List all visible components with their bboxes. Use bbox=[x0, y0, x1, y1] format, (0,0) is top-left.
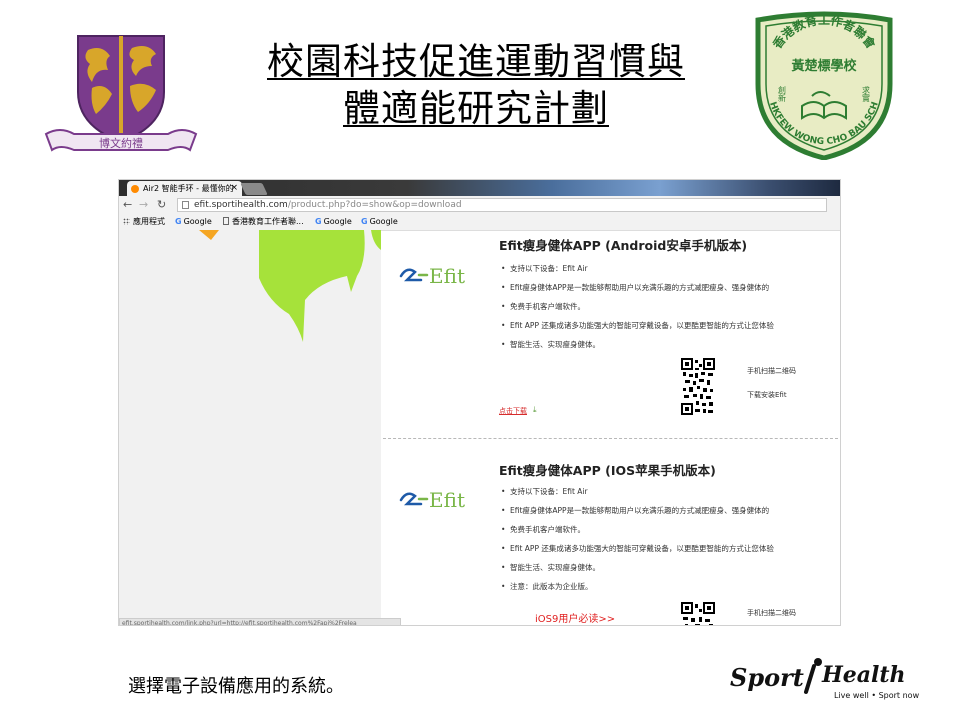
svg-text:Sport: Sport bbox=[730, 663, 804, 692]
android-qr-code bbox=[681, 358, 715, 416]
new-tab-button[interactable] bbox=[240, 183, 268, 195]
bookmark-google-1[interactable]: G Google bbox=[175, 214, 212, 230]
slide-caption: 選擇電子設備應用的系統。 bbox=[128, 676, 344, 697]
school-motto-right: 求實 bbox=[862, 85, 871, 103]
feature-item: 免费手机客户端软件。 bbox=[501, 297, 774, 316]
doc-icon bbox=[223, 217, 229, 225]
efit-logo: Efit bbox=[399, 488, 465, 512]
browser-screenshot: Air2 智能手环 - 最懂你的 × ← → ↻ efit.sportiheal… bbox=[118, 179, 841, 626]
feature-item: Efit瘦身健体APP是一款能够帮助用户以充满乐趣的方式减肥瘦身、强身健体的 bbox=[501, 278, 774, 297]
back-arrow-icon[interactable]: ← bbox=[123, 198, 132, 211]
bookmark-google-2[interactable]: G Google bbox=[315, 214, 352, 230]
cuhk-crest-logo: 博文約禮 bbox=[44, 35, 198, 152]
school-name: 黃楚標學校 bbox=[790, 58, 857, 74]
slide-title: 校園科技促進運動習慣與 體適能研究計劃 bbox=[226, 38, 726, 132]
slide-title-line1: 校園科技促進運動習慣與 bbox=[267, 40, 685, 83]
ios-qr-instruction: 手机扫描二维码 bbox=[747, 609, 796, 617]
cuhk-motto: 博文約禮 bbox=[99, 136, 143, 150]
speech-bubble-graphic bbox=[199, 230, 381, 342]
reload-icon[interactable]: ↻ bbox=[157, 198, 166, 211]
google-icon: G bbox=[315, 217, 322, 226]
android-feature-list: 支持以下设备：Efit Air Efit瘦身健体APP是一款能够帮助用户以充满乐… bbox=[501, 259, 774, 354]
school-emblem-logo: 香港教育工作者聯會 黃楚標學校 創新 求實 HKFEW WONG CHO BAU… bbox=[755, 11, 893, 160]
sportihealth-logo: Sport Health Live well • Sport now bbox=[730, 658, 920, 700]
favicon-icon bbox=[131, 185, 139, 193]
url-path: /product.php?do=show&op=download bbox=[287, 200, 462, 210]
feature-item: Efit瘦身健体APP是一款能够帮助用户以充满乐趣的方式减肥瘦身、强身健体的 bbox=[501, 501, 774, 520]
section-divider bbox=[383, 438, 838, 439]
browser-toolbar: ← → ↻ efit.sportihealth.com/product.php?… bbox=[119, 196, 840, 214]
slide-title-line2: 體適能研究計劃 bbox=[343, 87, 609, 130]
tab-title: Air2 智能手环 - 最懂你的 bbox=[143, 184, 234, 193]
google-icon: G bbox=[361, 217, 368, 226]
url-host: efit.sportihealth.com bbox=[194, 200, 288, 210]
left-decorative-pane bbox=[119, 230, 381, 618]
address-bar[interactable]: efit.sportihealth.com/product.php?do=sho… bbox=[177, 198, 827, 212]
bookmarks-bar: 應用程式 G Google 香港教育工作者聯... G Google G Google bbox=[119, 214, 840, 231]
bookmark-google-3[interactable]: G Google bbox=[361, 214, 398, 230]
ios-qr-code bbox=[681, 602, 715, 625]
school-motto-left: 創新 bbox=[778, 85, 787, 103]
bookmark-apps[interactable]: 應用程式 bbox=[123, 214, 165, 230]
feature-item: 智能生活、实现瘦身健体。 bbox=[501, 558, 774, 577]
browser-tab[interactable]: Air2 智能手环 - 最懂你的 × bbox=[127, 181, 242, 196]
bookmark-hkfew[interactable]: 香港教育工作者聯... bbox=[223, 214, 304, 230]
efit-logo: Efit bbox=[399, 264, 465, 288]
status-bar-url: efit.sportihealth.com/link.php?url=http:… bbox=[119, 618, 401, 625]
browser-tab-bar: Air2 智能手环 - 最懂你的 × bbox=[119, 180, 840, 196]
svg-text:Efit: Efit bbox=[429, 264, 465, 288]
close-tab-icon[interactable]: × bbox=[230, 181, 238, 196]
svg-text:Live well • Sport now: Live well • Sport now bbox=[834, 691, 920, 700]
android-download-link[interactable]: 点击下载 bbox=[499, 406, 527, 416]
ios-app-title: Efit瘦身健体APP (IOS苹果手机版本) bbox=[499, 463, 716, 478]
android-app-title: Efit瘦身健体APP (Android安卓手机版本) bbox=[499, 238, 748, 253]
ios-feature-list: 支持以下设备：Efit Air Efit瘦身健体APP是一款能够帮助用户以充满乐… bbox=[501, 482, 774, 596]
svg-text:Efit: Efit bbox=[429, 488, 465, 512]
feature-item: 支持以下设备：Efit Air bbox=[501, 259, 774, 278]
feature-item: 支持以下设备：Efit Air bbox=[501, 482, 774, 501]
forward-arrow-icon[interactable]: → bbox=[139, 198, 148, 211]
google-icon: G bbox=[175, 217, 182, 226]
apps-grid-icon bbox=[123, 218, 130, 225]
android-qr-instruction: 手机扫描二维码 bbox=[747, 367, 796, 375]
ios9-notice-link[interactable]: iOS9用户必读>> bbox=[535, 610, 615, 625]
download-arrow-icon[interactable]: ⤓ bbox=[533, 405, 537, 415]
feature-item: 智能生活、实现瘦身健体。 bbox=[501, 335, 774, 354]
feature-item: 免费手机客户端软件。 bbox=[501, 520, 774, 539]
svg-text:Health: Health bbox=[821, 662, 906, 688]
feature-item: 注意：此版本为企业版。 bbox=[501, 577, 774, 596]
download-content: Efit瘦身健体APP (Android安卓手机版本) Efit 支持以下设备：… bbox=[381, 230, 840, 625]
feature-item: Efit APP 还集成诸多功能强大的智能可穿戴设备，以更酷更智能的方式让您体验 bbox=[501, 539, 774, 558]
feature-item: Efit APP 还集成诸多功能强大的智能可穿戴设备，以更酷更智能的方式让您体验 bbox=[501, 316, 774, 335]
page-icon bbox=[182, 201, 189, 209]
android-qr-download-text: 下载安装Efit bbox=[747, 391, 787, 399]
